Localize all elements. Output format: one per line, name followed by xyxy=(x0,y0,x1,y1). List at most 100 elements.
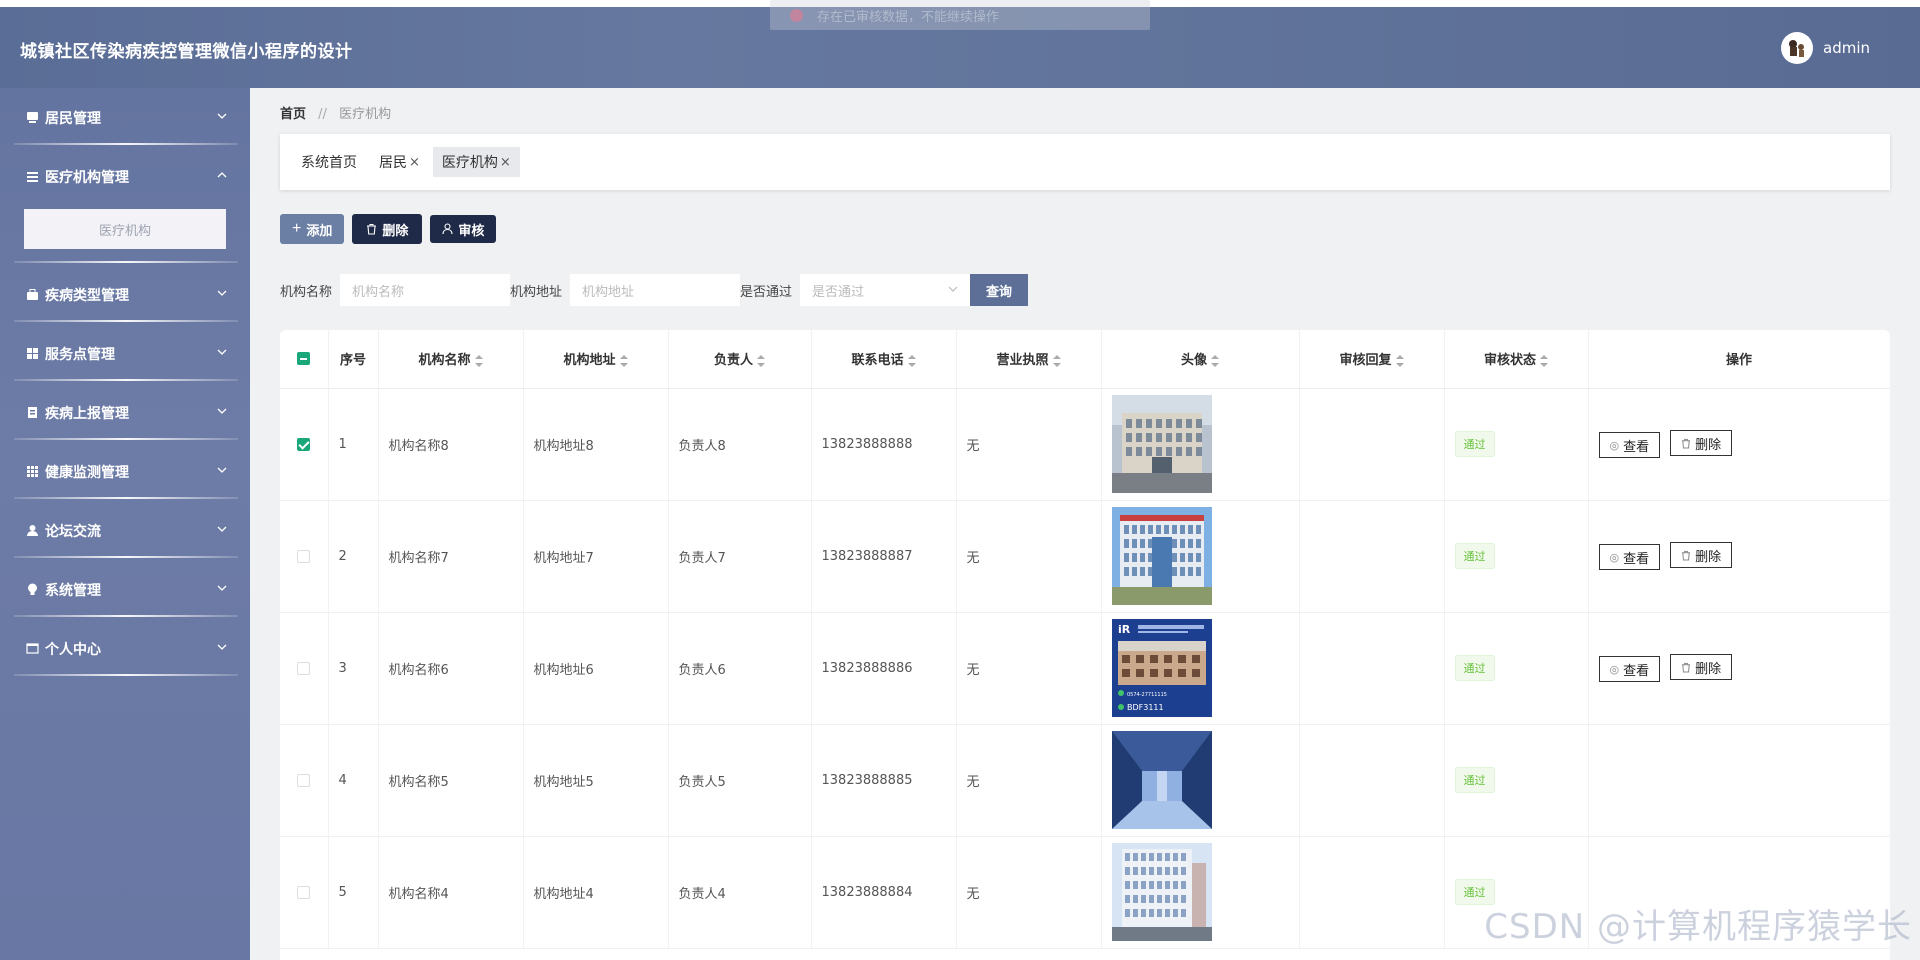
view-button[interactable]: ◎ 查看 xyxy=(1598,656,1661,682)
cell-owner: 负责人5 xyxy=(668,724,812,837)
sidebar-item-8[interactable]: 个人中心 xyxy=(0,619,250,678)
sidebar-item-label: 医疗机构管理 xyxy=(45,169,129,186)
cell-reply xyxy=(1299,612,1445,725)
institution-photo[interactable] xyxy=(1111,843,1299,941)
close-icon[interactable]: × xyxy=(409,155,420,170)
sidebar: 居民管理医疗机构管理医疗机构疾病类型管理 服务点管理疾病上报管理健康监测管理论坛交… xyxy=(0,88,250,960)
cell-phone: 13823888884 xyxy=(811,836,957,949)
row-delete-button[interactable]: 删除 xyxy=(1670,654,1733,680)
status-badge: 通过 xyxy=(1454,767,1495,793)
status-badge: 通过 xyxy=(1454,543,1495,569)
sidebar-item-1[interactable]: 医疗机构管理 xyxy=(0,147,250,206)
col-name[interactable]: 机构名称 xyxy=(378,330,524,389)
status-badge: 通过 xyxy=(1454,655,1495,681)
breadcrumb-home[interactable]: 首页 xyxy=(280,107,306,122)
cell-address: 机构地址4 xyxy=(523,836,669,949)
add-button[interactable]: + 添加 xyxy=(280,214,345,244)
select-all-checkbox[interactable] xyxy=(280,330,329,389)
col-owner[interactable]: 负责人 xyxy=(668,330,812,389)
audit-button[interactable]: 审核 xyxy=(430,215,497,243)
tab-resident[interactable]: 居民 × xyxy=(370,147,429,177)
institution-photo[interactable] xyxy=(1111,507,1299,605)
sidebar-item-2[interactable]: 疾病类型管理 xyxy=(0,265,250,324)
row-delete-button[interactable]: 删除 xyxy=(1670,542,1733,568)
cell-index: 4 xyxy=(328,724,379,837)
cell-avatar xyxy=(1101,500,1300,613)
tab-home[interactable]: 系统首页 xyxy=(292,147,366,177)
address-label: 机构地址 xyxy=(510,284,563,300)
col-address[interactable]: 机构地址 xyxy=(523,330,669,389)
main-content: 首页 // 医疗机构 系统首页 居民 × 医疗机构 × + 添加 删除 审核 机… xyxy=(250,88,1920,960)
view-button[interactable]: ◎ 查看 xyxy=(1598,432,1661,458)
cell-actions: ◎ 查看 删除 xyxy=(1588,388,1890,501)
name-label: 机构名称 xyxy=(280,284,333,300)
address-search-input[interactable]: 机构地址 xyxy=(570,274,741,306)
passed-select-placeholder: 是否通过 xyxy=(812,284,865,300)
sidebar-item-3[interactable]: 服务点管理 xyxy=(0,324,250,383)
window-icon xyxy=(25,642,39,656)
table-row[interactable]: 1 机构名称8 机构地址8 负责人8 13823888888 无 通过 ◎ 查看 删除 xyxy=(280,388,1890,501)
sidebar-item-6[interactable]: 论坛交流 xyxy=(0,501,250,560)
row-checkbox[interactable] xyxy=(280,724,329,837)
cell-name: 机构名称6 xyxy=(378,612,524,725)
col-avatar[interactable]: 头像 xyxy=(1101,330,1300,389)
delete-button-label: 删除 xyxy=(382,222,409,238)
table-row[interactable]: 4 机构名称5 机构地址5 负责人5 13823888885 无 通过 xyxy=(280,724,1890,837)
sidebar-item-label: 论坛交流 xyxy=(45,523,101,540)
tab-medical-institution[interactable]: 医疗机构 × xyxy=(432,147,520,177)
sidebar-item-4[interactable]: 疾病上报管理 xyxy=(0,383,250,442)
sidebar-item-7[interactable]: 系统管理 xyxy=(0,560,250,619)
row-checkbox[interactable] xyxy=(280,388,329,501)
tab-label: 系统首页 xyxy=(301,155,357,171)
sort-icon[interactable] xyxy=(907,354,916,367)
cell-status: 通过 xyxy=(1444,612,1589,725)
cell-reply xyxy=(1299,500,1445,613)
sort-icon[interactable] xyxy=(619,354,628,367)
sort-icon[interactable] xyxy=(1211,354,1219,367)
svg-text:iR: iR xyxy=(1118,623,1131,636)
cell-reply xyxy=(1299,836,1445,949)
table-row[interactable]: 3 机构名称6 机构地址6 负责人6 13823888886 无 iR 0574-277111… xyxy=(280,612,1890,725)
institution-photo[interactable]: iR 0574-27711115 BDF3111 xyxy=(1111,619,1299,717)
cell-name: 机构名称4 xyxy=(378,836,524,949)
cell-avatar: iR 0574-27711115 BDF3111 xyxy=(1101,612,1300,725)
table-row[interactable]: 2 机构名称7 机构地址7 负责人7 13823888887 无 通过 ◎ 查看 删除 xyxy=(280,500,1890,613)
sort-icon[interactable] xyxy=(1540,354,1548,367)
row-checkbox[interactable] xyxy=(280,612,329,725)
sidebar-item-label: 疾病上报管理 xyxy=(45,405,129,422)
sort-icon[interactable] xyxy=(757,354,765,367)
institution-photo[interactable] xyxy=(1111,395,1299,493)
sort-icon[interactable] xyxy=(474,354,483,367)
col-reply[interactable]: 审核回复 xyxy=(1299,330,1445,389)
sort-icon[interactable] xyxy=(1052,354,1061,367)
cell-phone: 13823888888 xyxy=(811,388,957,501)
col-status[interactable]: 审核状态 xyxy=(1444,330,1589,389)
institution-photo[interactable] xyxy=(1111,731,1299,829)
close-icon[interactable]: × xyxy=(500,155,511,170)
view-button[interactable]: ◎ 查看 xyxy=(1598,544,1661,570)
passed-select[interactable]: 是否通过 xyxy=(800,274,971,306)
row-checkbox[interactable] xyxy=(280,500,329,613)
cell-phone: 13823888886 xyxy=(811,612,957,725)
col-phone[interactable]: 联系电话 xyxy=(811,330,957,389)
row-checkbox[interactable] xyxy=(280,836,329,949)
breadcrumb-separator: // xyxy=(318,107,327,122)
sidebar-subitem-medical-institution[interactable]: 医疗机构 xyxy=(24,209,226,249)
table-icon xyxy=(25,465,39,479)
eye-icon: ◎ xyxy=(1609,550,1620,564)
name-search-input[interactable]: 机构名称 xyxy=(340,274,511,306)
user-menu[interactable]: admin xyxy=(1781,32,1870,64)
report-icon xyxy=(25,406,39,420)
chevron-down-icon xyxy=(217,644,227,650)
cell-owner: 负责人4 xyxy=(668,836,812,949)
trash-icon xyxy=(367,223,377,235)
sidebar-item-0[interactable]: 居民管理 xyxy=(0,88,250,147)
avatar-image-icon xyxy=(1789,40,1804,57)
query-button[interactable]: 查询 xyxy=(970,274,1029,306)
cell-license: 无 xyxy=(956,388,1102,501)
sort-icon[interactable] xyxy=(1395,354,1404,367)
sidebar-item-5[interactable]: 健康监测管理 xyxy=(0,442,250,501)
delete-button[interactable]: 删除 xyxy=(352,214,423,244)
row-delete-button[interactable]: 删除 xyxy=(1670,430,1733,456)
col-license[interactable]: 营业执照 xyxy=(956,330,1102,389)
